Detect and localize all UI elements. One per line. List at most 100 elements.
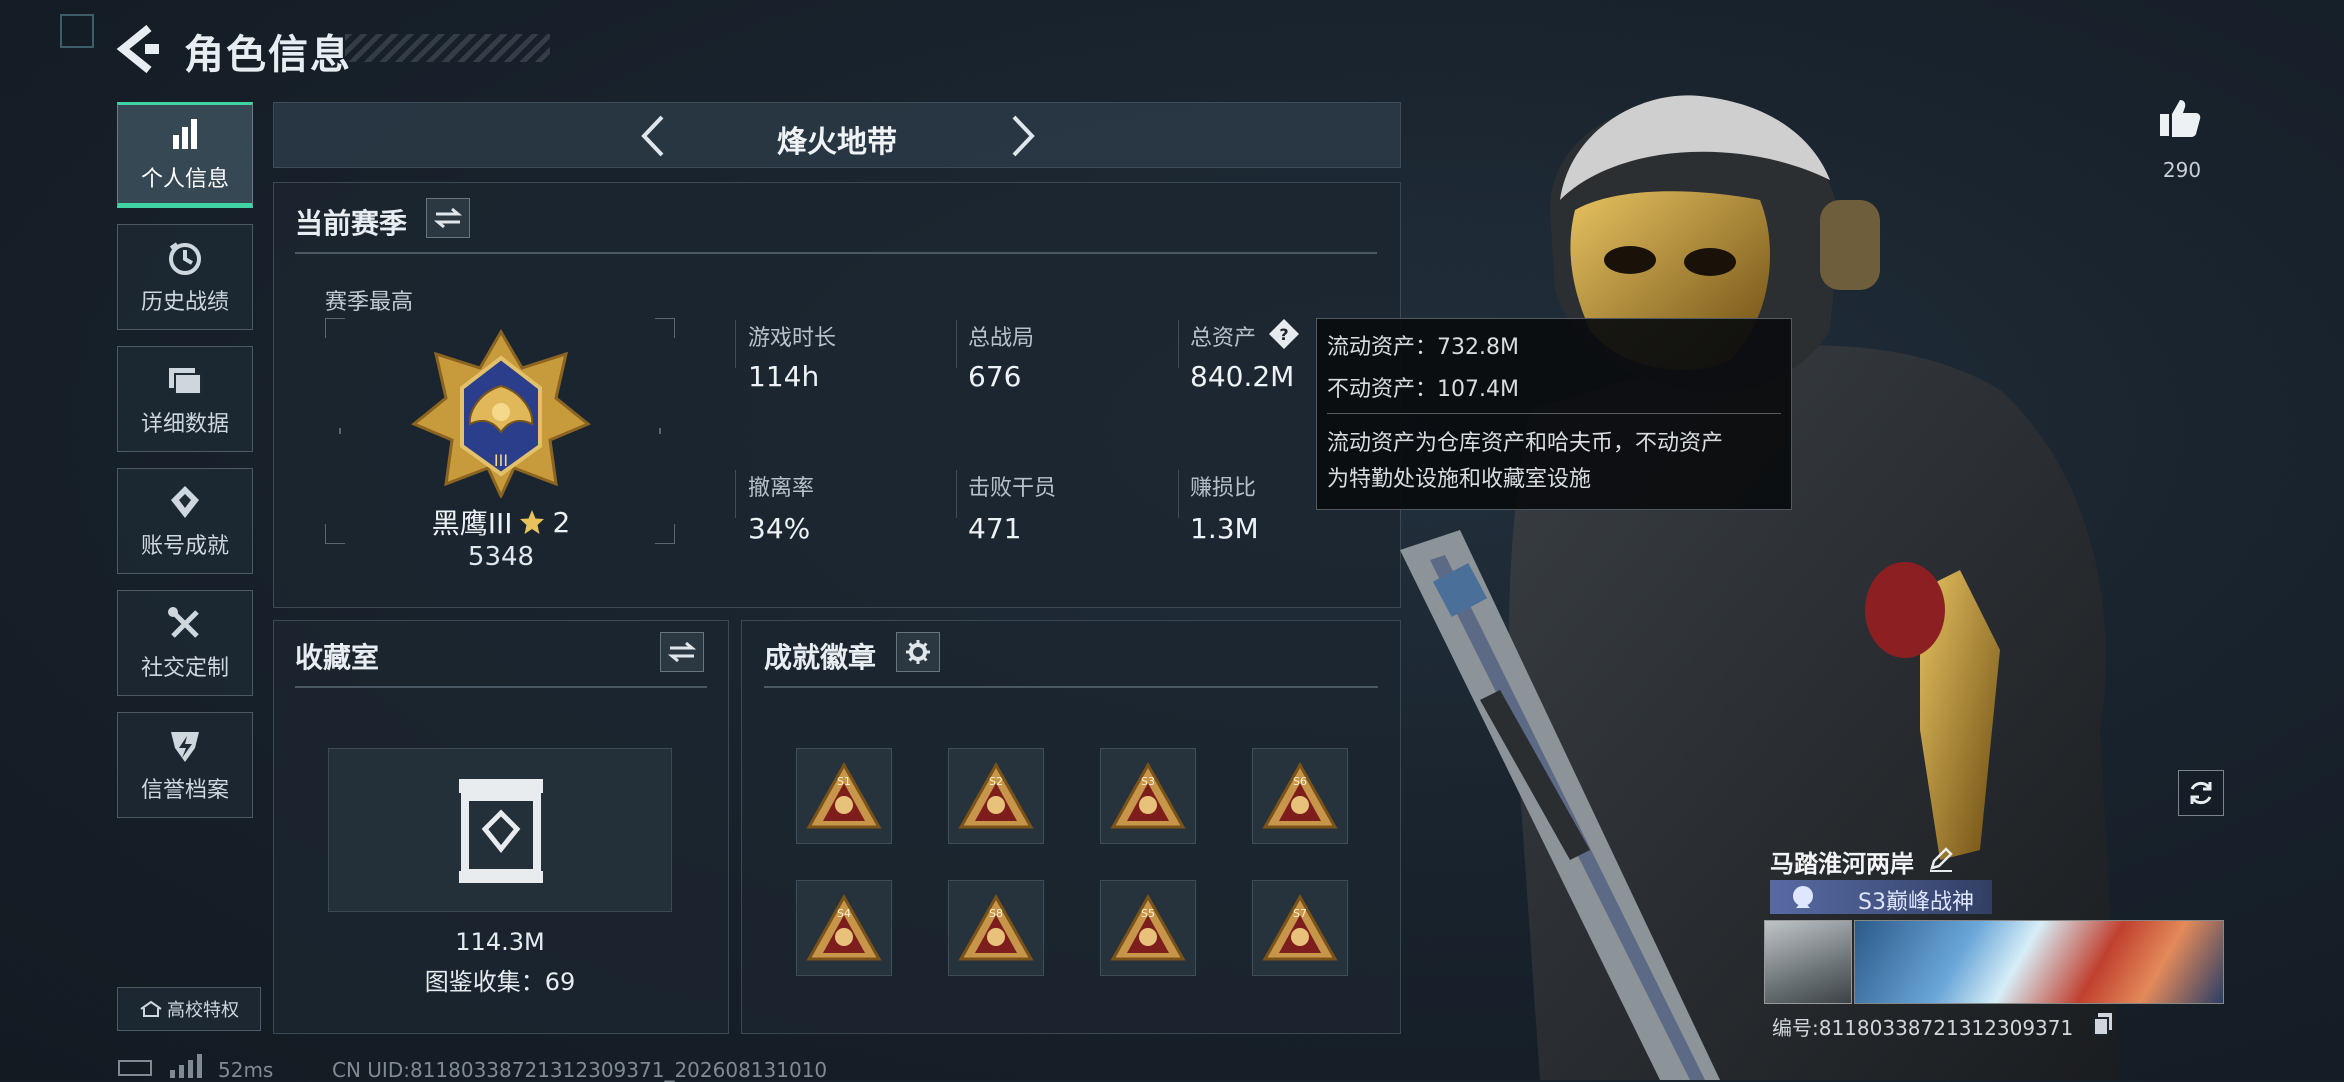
badge-triangle-icon <box>1262 761 1338 829</box>
nav-label: 信誉档案 <box>140 778 229 803</box>
stat-label-total-assets: 总资产 <box>1190 326 1257 351</box>
divider <box>764 686 1378 688</box>
stat-label-kills: 击败干员 <box>968 476 1057 501</box>
season-switch-button[interactable] <box>426 198 470 238</box>
rotate-model-button[interactable] <box>2178 770 2224 816</box>
edit-name-button[interactable] <box>1928 846 1954 872</box>
page-title: 角色信息 <box>184 32 352 78</box>
badge-triangle-icon <box>806 761 882 829</box>
campus-icon <box>140 1000 162 1017</box>
rank-stars: 2 <box>552 505 571 539</box>
folder-icon <box>169 368 202 395</box>
stat-value-profit-ratio: 1.3M <box>1190 512 1259 545</box>
rank-name-row: 黑鹰III 2 <box>425 502 577 542</box>
achievement-badge[interactable]: S2 <box>948 748 1044 844</box>
back-arrow-icon <box>116 24 159 74</box>
stat-separator <box>1178 470 1179 518</box>
nav-credibility-file[interactable]: 信誉档案 <box>117 712 253 818</box>
campus-privilege-button[interactable]: 高校特权 <box>117 987 261 1031</box>
bar-chart-icon <box>173 119 197 149</box>
credibility-shield-icon <box>171 732 199 762</box>
copy-number-button[interactable] <box>2092 1012 2114 1036</box>
stat-value-extract-rate: 34% <box>748 512 811 545</box>
battery-icon <box>118 1060 152 1076</box>
rank-name: 黑鹰III <box>431 507 513 540</box>
nav-personal-info[interactable]: 个人信息 <box>117 102 253 208</box>
svg-text:?: ? <box>1279 325 1288 344</box>
stat-separator <box>956 470 957 518</box>
tooltip-desc-line2: 为特勤处设施和收藏室设施 <box>1327 467 1592 492</box>
nav-detailed-data[interactable]: 详细数据 <box>117 346 253 452</box>
like-count: 290 <box>2162 158 2202 182</box>
tooltip-divider <box>1327 413 1781 414</box>
player-title-text: S3巅峰战神 <box>1858 890 1974 915</box>
tooltip-desc-line1: 流动资产为仓库资产和哈夫币，不动资产 <box>1327 431 1724 456</box>
campus-privilege-label: 高校特权 <box>167 1000 239 1021</box>
badge-triangle-icon <box>1110 761 1186 829</box>
badge-triangle-icon <box>958 761 1034 829</box>
stat-label-playtime: 游戏时长 <box>748 326 837 351</box>
back-button[interactable] <box>115 24 161 74</box>
stat-separator <box>735 470 736 518</box>
badge-season-label: S2 <box>989 775 1003 788</box>
gear-icon <box>906 640 930 664</box>
ping-value: 52ms <box>218 1058 274 1082</box>
season-title: 当前赛季 <box>295 207 408 240</box>
achievement-badge[interactable]: S6 <box>1252 748 1348 844</box>
swap-icon <box>668 641 696 663</box>
pencil-icon <box>1930 847 1953 872</box>
stat-value-matches: 676 <box>968 360 1022 393</box>
assets-tooltip: 流动资产：732.8M 不动资产：107.4M 流动资产为仓库资产和哈夫币，不动… <box>1316 318 1792 510</box>
collection-switch-button[interactable] <box>660 632 704 672</box>
nav-account-achievements[interactable]: 账号成就 <box>117 468 253 574</box>
badge-season-label: S5 <box>1141 907 1155 920</box>
badge-season-label: S3 <box>1141 775 1155 788</box>
badge-triangle-icon <box>1110 893 1186 961</box>
title-emblem-icon <box>1793 886 1813 908</box>
mode-selector: 烽火地带 <box>273 102 1401 168</box>
mode-next-button[interactable] <box>1002 111 1042 161</box>
achievement-badge[interactable]: S3 <box>1100 748 1196 844</box>
achievement-badge[interactable]: S7 <box>1252 880 1348 976</box>
uid-footer: CN UID:81180338721312309371_202608131010 <box>332 1058 828 1082</box>
nav-label: 社交定制 <box>140 656 229 681</box>
title-stripe-decoration <box>345 34 550 62</box>
player-card-number: 编号:81180338721312309371 <box>1772 1016 2074 1040</box>
nav-match-history[interactable]: 历史战绩 <box>117 224 253 330</box>
badge-season-label: S7 <box>1293 907 1307 920</box>
stat-value-playtime: 114h <box>748 360 820 393</box>
stat-value-kills: 471 <box>968 512 1022 545</box>
player-dragon-card <box>1854 920 2224 1004</box>
like-button[interactable] <box>2158 96 2202 140</box>
nav-social-custom[interactable]: 社交定制 <box>117 590 253 696</box>
achievement-badge[interactable]: S1 <box>796 748 892 844</box>
assets-help-button[interactable]: ? <box>1268 318 1300 350</box>
svg-text:III: III <box>494 451 508 470</box>
collection-room-preview[interactable] <box>328 748 672 912</box>
player-portrait-card <box>1764 920 1852 1004</box>
tooltip-fixed-assets: 不动资产：107.4M <box>1327 377 1519 402</box>
badge-triangle-icon <box>958 893 1034 961</box>
achievement-badge[interactable]: S8 <box>948 880 1044 976</box>
achievement-medal-icon <box>171 486 199 518</box>
achievement-badge[interactable]: S4 <box>796 880 892 976</box>
badge-triangle-icon <box>1262 893 1338 961</box>
badge-season-label: S1 <box>837 775 851 788</box>
divider <box>295 686 707 688</box>
season-best-label: 赛季最高 <box>325 290 414 315</box>
chevron-right-icon <box>1012 115 1035 157</box>
achievement-badge[interactable]: S5 <box>1100 880 1196 976</box>
signal-icon <box>170 1054 202 1078</box>
history-clock-icon <box>169 242 201 275</box>
refresh-icon <box>2190 781 2212 805</box>
collection-title: 收藏室 <box>295 641 380 674</box>
stat-separator <box>956 320 957 368</box>
collection-catalog: 图鉴收集：69 <box>424 968 576 996</box>
collection-cabinet-icon <box>459 779 543 883</box>
stat-separator <box>735 320 736 368</box>
badges-settings-button[interactable] <box>896 632 940 672</box>
nav-label: 个人信息 <box>140 167 229 192</box>
nav-label: 账号成就 <box>140 534 229 559</box>
divider <box>295 252 1377 254</box>
stat-value-total-assets: 840.2M <box>1190 360 1295 393</box>
